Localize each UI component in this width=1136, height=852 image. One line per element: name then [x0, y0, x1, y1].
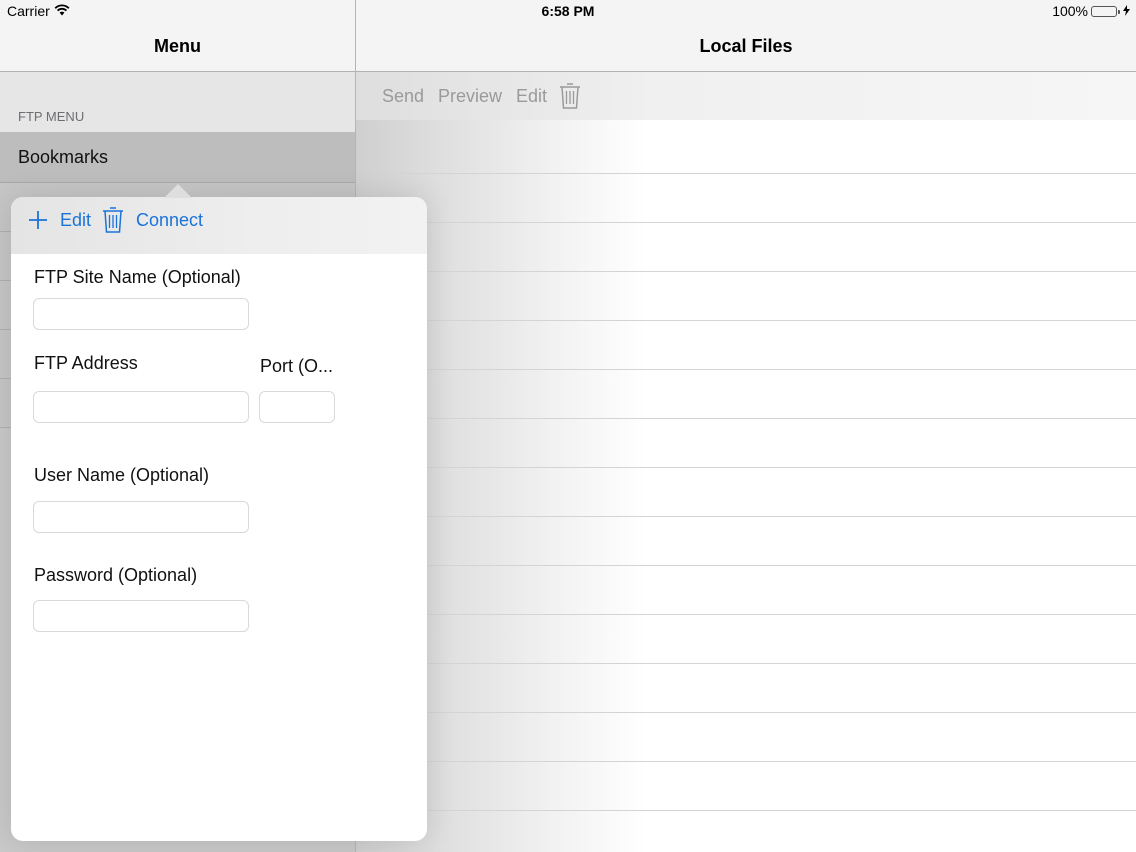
send-button[interactable]: Send: [382, 86, 424, 107]
menu-title: Menu: [154, 36, 201, 56]
divider: [356, 222, 1136, 223]
bookmark-popover: Edit Connect FTP Site Name (Optional) FT…: [11, 197, 427, 841]
battery-icon: [1091, 5, 1120, 17]
password-label: Password (Optional): [34, 565, 198, 585]
port-field[interactable]: [259, 391, 335, 423]
battery-percentage: 100%: [1052, 3, 1088, 19]
password-field[interactable]: [33, 600, 249, 632]
divider: [356, 320, 1136, 321]
divider: [356, 565, 1136, 566]
edit-button[interactable]: Edit: [516, 86, 547, 107]
trash-icon[interactable]: [559, 82, 581, 115]
divider: [356, 614, 1136, 615]
divider: [356, 761, 1136, 762]
delete-bookmark-button[interactable]: [102, 206, 124, 239]
divider: [356, 271, 1136, 272]
divider: [356, 663, 1136, 664]
trash-icon: [102, 207, 124, 238]
popover-toolbar: Edit Connect: [11, 197, 427, 254]
clock: 6:58 PM: [541, 3, 595, 19]
site-name-field[interactable]: [33, 298, 249, 330]
menu-item-bookmarks[interactable]: Bookmarks: [0, 132, 355, 183]
status-bar: Carrier 6:58 PM 100%: [0, 0, 1136, 22]
popover-arrow: [164, 184, 192, 198]
divider: [356, 516, 1136, 517]
charging-bolt-icon: [1123, 3, 1130, 19]
edit-bookmarks-button[interactable]: Edit: [60, 210, 91, 231]
divider: [356, 712, 1136, 713]
status-right: 100%: [1052, 3, 1130, 19]
files-toolbar: Send Preview Edit: [356, 72, 1136, 120]
local-files-title: Local Files: [699, 36, 793, 56]
site-name-label: FTP Site Name (Optional): [34, 267, 241, 287]
divider: [356, 467, 1136, 468]
username-field[interactable]: [33, 501, 249, 533]
divider: [356, 369, 1136, 370]
ftp-address-label: FTP Address: [34, 353, 138, 373]
divider: [356, 418, 1136, 419]
preview-button[interactable]: Preview: [438, 86, 502, 107]
local-files-pane: Local Files Send Preview Edit: [356, 0, 1136, 852]
menu-item-label: Bookmarks: [18, 147, 109, 167]
username-label: User Name (Optional): [34, 465, 210, 485]
divider: [356, 810, 1136, 811]
port-label: Port (O...: [260, 356, 334, 376]
section-header-label: FTP MENU: [18, 109, 85, 124]
plus-icon: [27, 211, 49, 235]
add-bookmark-button[interactable]: [27, 209, 49, 236]
ftp-address-field[interactable]: [33, 391, 249, 423]
divider: [389, 173, 1136, 174]
ftp-menu-section-header: FTP MENU: [0, 72, 355, 132]
connect-button[interactable]: Connect: [136, 210, 203, 231]
